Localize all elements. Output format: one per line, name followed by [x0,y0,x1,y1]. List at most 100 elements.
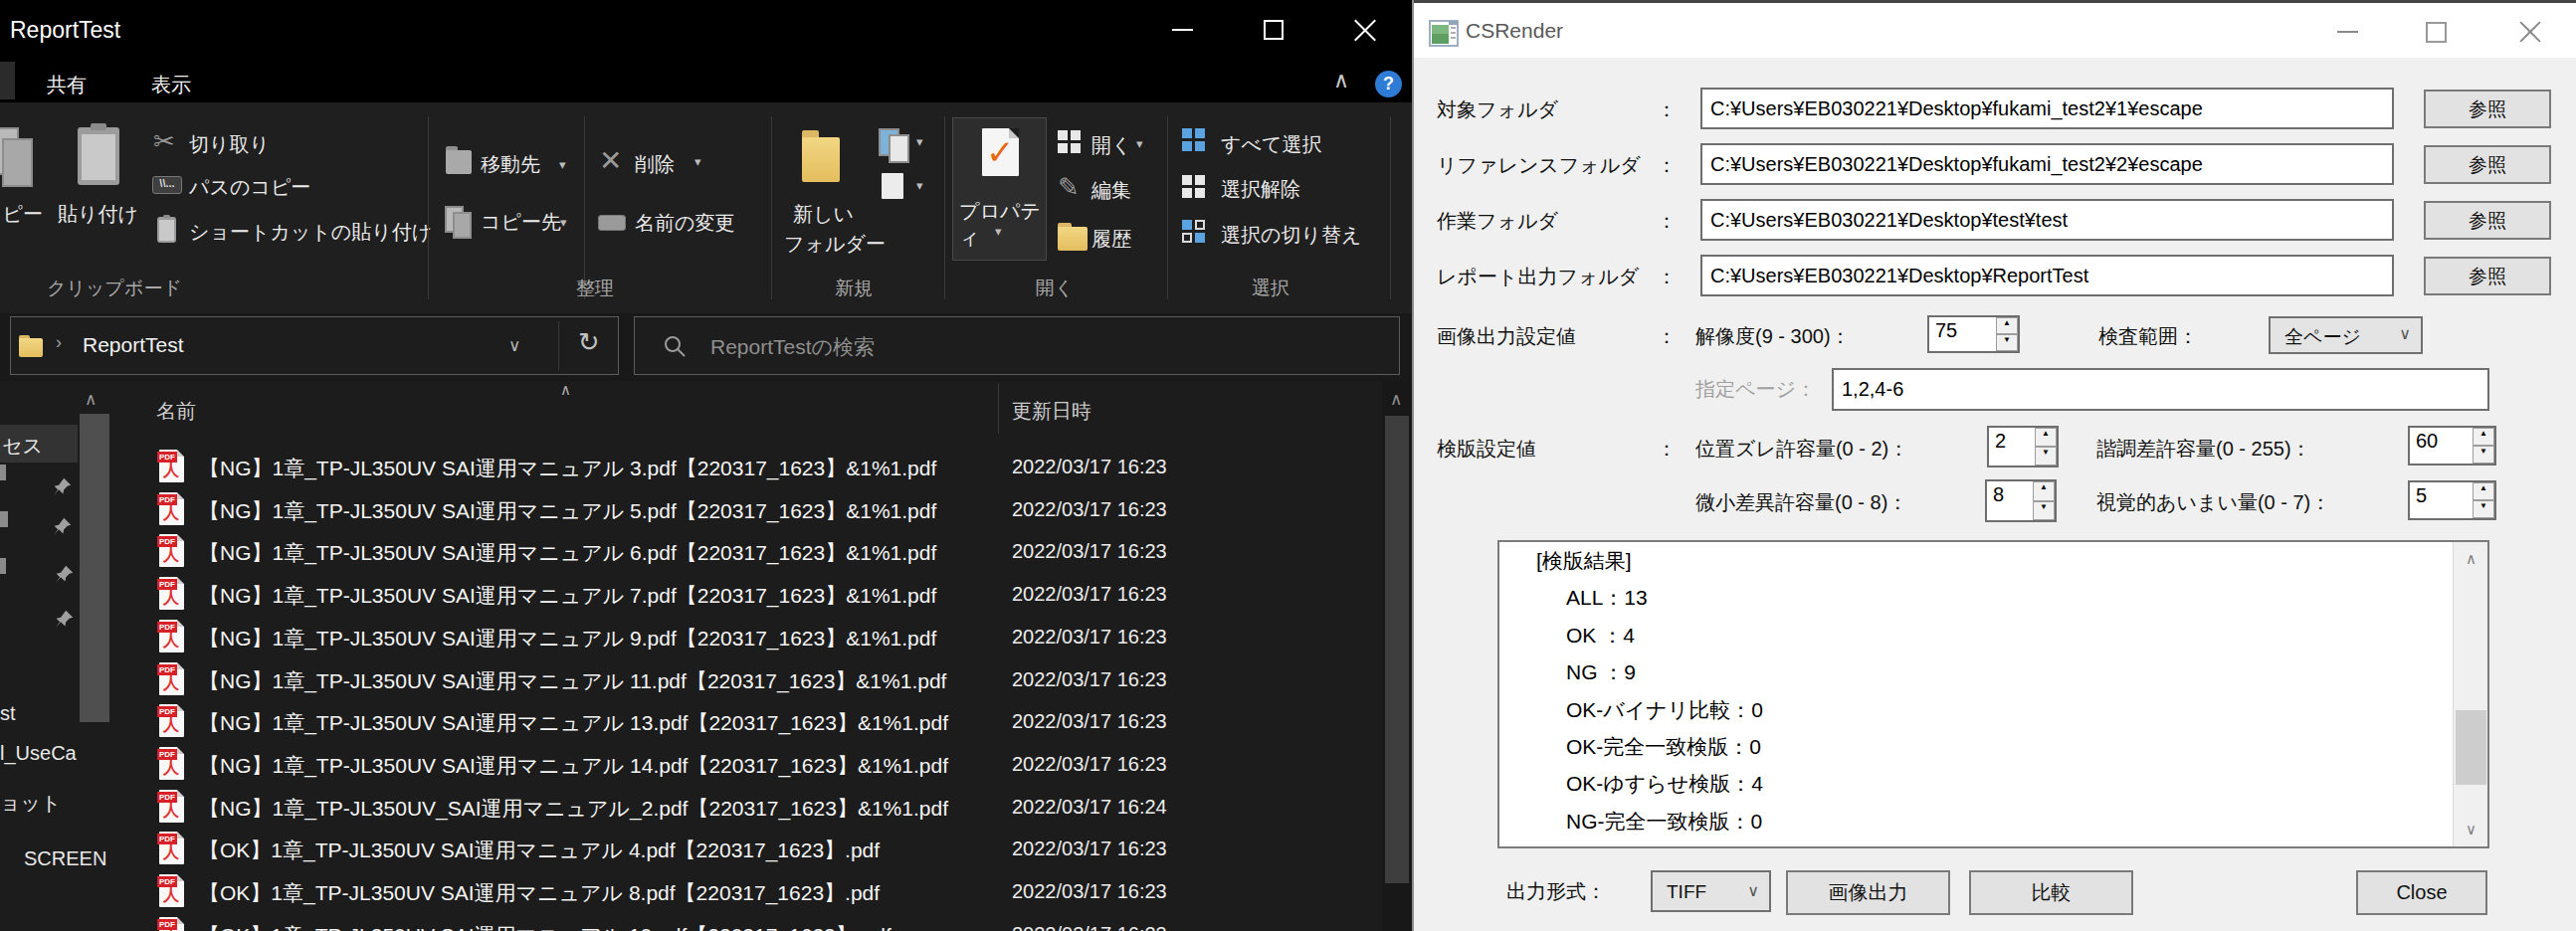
easy-access-icon[interactable] [882,173,903,199]
compare-button[interactable]: 比較 [1969,870,2133,915]
explorer-maximize-button[interactable] [1239,0,1308,62]
rename-button[interactable]: 名前の変更 [635,210,734,237]
file-row[interactable]: PDF 人 【NG】1章_TP-JL350UV SAI運用マニュアル 6.pdf… [112,531,1382,574]
easy-access-dropdown-icon[interactable]: ▾ [916,178,923,193]
spin-up-icon[interactable]: ▲ [2473,482,2494,500]
help-icon[interactable]: ? [1375,71,1402,97]
file-row[interactable]: PDF 人 【NG】1章_TP-JL350UV SAI運用マニュアル 5.pdf… [112,489,1382,532]
spin-down-icon[interactable]: ▼ [2033,501,2055,521]
edit-button[interactable]: 編集 [1091,177,1131,204]
explorer-close-button[interactable] [1330,0,1400,62]
new-item-dropdown-icon[interactable]: ▾ [916,134,923,149]
browse-button[interactable]: 参照 [2424,90,2551,128]
new-item-icon[interactable] [879,128,912,164]
copy-to-dropdown-icon[interactable]: ▾ [560,215,567,230]
column-header-date[interactable]: 更新日時 [1012,398,1091,425]
invert-selection-button[interactable]: 選択の切り替え [1221,222,1361,249]
new-folder-button[interactable]: 新しい [793,201,854,228]
file-row[interactable]: PDF 人 【OK】1章_TP-JL350UV SAI運用マニュアル 10.pd… [112,914,1382,931]
spin-down-icon[interactable]: ▼ [2473,446,2494,464]
spin-down-icon[interactable]: ▼ [2035,447,2057,466]
pos-tolerance-spinner[interactable]: 2 ▲▼ [1987,426,2059,467]
move-to-button[interactable]: 移動先 [481,151,540,178]
csrender-titlebar[interactable]: CSRender [1414,0,2576,58]
spin-down-icon[interactable]: ▼ [2473,500,2494,518]
open-dropdown-icon[interactable]: ▾ [1136,136,1143,151]
copy-icon[interactable] [0,127,38,189]
file-row[interactable]: PDF 人 【NG】1章_TP-JL350UV SAI運用マニュアル 14.pd… [112,744,1382,787]
spin-up-icon[interactable]: ▲ [2473,428,2494,446]
tab-view[interactable]: 表示 [151,72,191,98]
copy-path-button[interactable]: パスのコピー [189,174,310,201]
explorer-minimize-button[interactable] [1147,0,1217,62]
spin-up-icon[interactable]: ▲ [1996,317,2018,334]
file-row[interactable]: PDF 人 【NG】1章_TP-JL350UV_SAI運用マニュアル_2.pdf… [112,787,1382,830]
browse-button[interactable]: 参照 [2424,257,2551,295]
results-scrollbar-thumb[interactable] [2456,710,2486,785]
paste-button[interactable]: 貼り付け [58,201,138,228]
csrender-close-icon[interactable] [2519,21,2541,43]
file-row[interactable]: PDF 人 【NG】1章_TP-JL350UV SAI運用マニュアル 7.pdf… [112,574,1382,617]
file-row[interactable]: PDF 人 【OK】1章_TP-JL350UV SAI運用マニュアル 4.pdf… [112,829,1382,871]
folder-path-input[interactable]: C:¥Users¥EB030221¥Desktop¥ReportTest [1700,255,2394,296]
folder-path-input[interactable]: C:¥Users¥EB030221¥Desktop¥fukami_test2¥2… [1700,143,2394,185]
copy-button[interactable]: コピー [0,201,43,228]
move-to-dropdown-icon[interactable]: ▾ [559,157,566,172]
scroll-down-icon[interactable]: ∨ [2454,821,2488,838]
folder-path-input[interactable]: C:¥Users¥EB030221¥Desktop¥test¥test [1700,199,2394,241]
resolution-spinner[interactable]: 75 ▲▼ [1927,315,2020,353]
scroll-up-icon[interactable]: ∧ [1390,389,1402,410]
cut-button[interactable]: 切り取り [189,131,270,158]
sidebar-scrollbar-thumb[interactable] [80,414,109,722]
sidebar-item[interactable]: ョット [0,790,61,817]
paste-icon[interactable] [78,127,119,185]
file-row[interactable]: PDF 人 【NG】1章_TP-JL350UV SAI運用マニュアル 9.pdf… [112,617,1382,659]
csrender-minimize-icon[interactable] [2337,31,2358,33]
tab-share[interactable]: 共有 [47,72,87,98]
csrender-maximize-icon[interactable] [2426,22,2447,43]
file-row[interactable]: PDF 人 【NG】1章_TP-JL350UV SAI運用マニュアル 3.pdf… [112,447,1382,489]
select-none-button[interactable]: 選択解除 [1221,176,1300,203]
browse-button[interactable]: 参照 [2424,145,2551,184]
paste-shortcut-button[interactable]: ショートカットの貼り付け [189,219,432,246]
properties-button[interactable]: ✓ プロパティ ▾ [952,117,1047,261]
history-button[interactable]: 履歴 [1091,226,1131,253]
tab-file-stub[interactable] [0,62,15,99]
sidebar-item[interactable]: st [0,702,16,725]
spin-up-icon[interactable]: ▲ [2033,481,2055,501]
output-format-select[interactable]: TIFF ∨ [1651,870,1771,912]
results-scrollbar[interactable]: ∧ ∨ [2453,542,2487,846]
sidebar-item[interactable]: l_UseCa [0,742,77,765]
new-folder-button-line2[interactable]: フォルダー [784,231,886,258]
delete-button[interactable]: 削除 [635,151,675,178]
image-output-button[interactable]: 画像出力 [1786,870,1950,915]
column-header-name[interactable]: 名前 [156,398,196,425]
ribbon-collapse-icon[interactable]: ∧ [1333,68,1349,93]
scroll-up-icon[interactable]: ∧ [2454,550,2488,568]
explorer-titlebar[interactable]: ReportTest [0,0,1412,62]
copy-to-button[interactable]: コピー先 [481,209,561,236]
search-box[interactable]: ReportTestの検索 [634,316,1400,375]
select-all-button[interactable]: すべて選択 [1221,131,1321,158]
file-list-scrollbar[interactable]: ∧ [1382,381,1412,931]
open-button[interactable]: 開く [1091,132,1131,159]
refresh-icon[interactable]: ↻ [578,327,600,358]
pages-input[interactable]: 1,2,4-6 [1832,368,2489,411]
tone-tolerance-spinner[interactable]: 60 ▲▼ [2408,426,2496,466]
visual-tolerance-spinner[interactable]: 5 ▲▼ [2408,480,2496,520]
range-select[interactable]: 全ページ ∨ [2269,316,2423,354]
sidebar-scroll-up-icon[interactable]: ∧ [85,389,97,410]
spin-up-icon[interactable]: ▲ [2035,428,2057,447]
browse-button[interactable]: 参照 [2424,201,2551,240]
delete-dropdown-icon[interactable]: ▾ [694,154,701,169]
file-row[interactable]: PDF 人 【OK】1章_TP-JL350UV SAI運用マニュアル 8.pdf… [112,871,1382,914]
file-row[interactable]: PDF 人 【NG】1章_TP-JL350UV SAI運用マニュアル 11.pd… [112,659,1382,702]
sidebar-item[interactable]: SCREEN [24,847,106,870]
file-list-scrollbar-thumb[interactable] [1385,416,1409,883]
sort-ascending-icon[interactable]: ∧ [560,381,571,399]
folder-path-input[interactable]: C:¥Users¥EB030221¥Desktop¥fukami_test2¥1… [1700,88,2394,129]
micro-tolerance-spinner[interactable]: 8 ▲▼ [1985,479,2057,522]
breadcrumb[interactable]: ReportTest [83,333,184,357]
close-button[interactable]: Close [2356,870,2487,915]
spin-down-icon[interactable]: ▼ [1996,334,2018,351]
